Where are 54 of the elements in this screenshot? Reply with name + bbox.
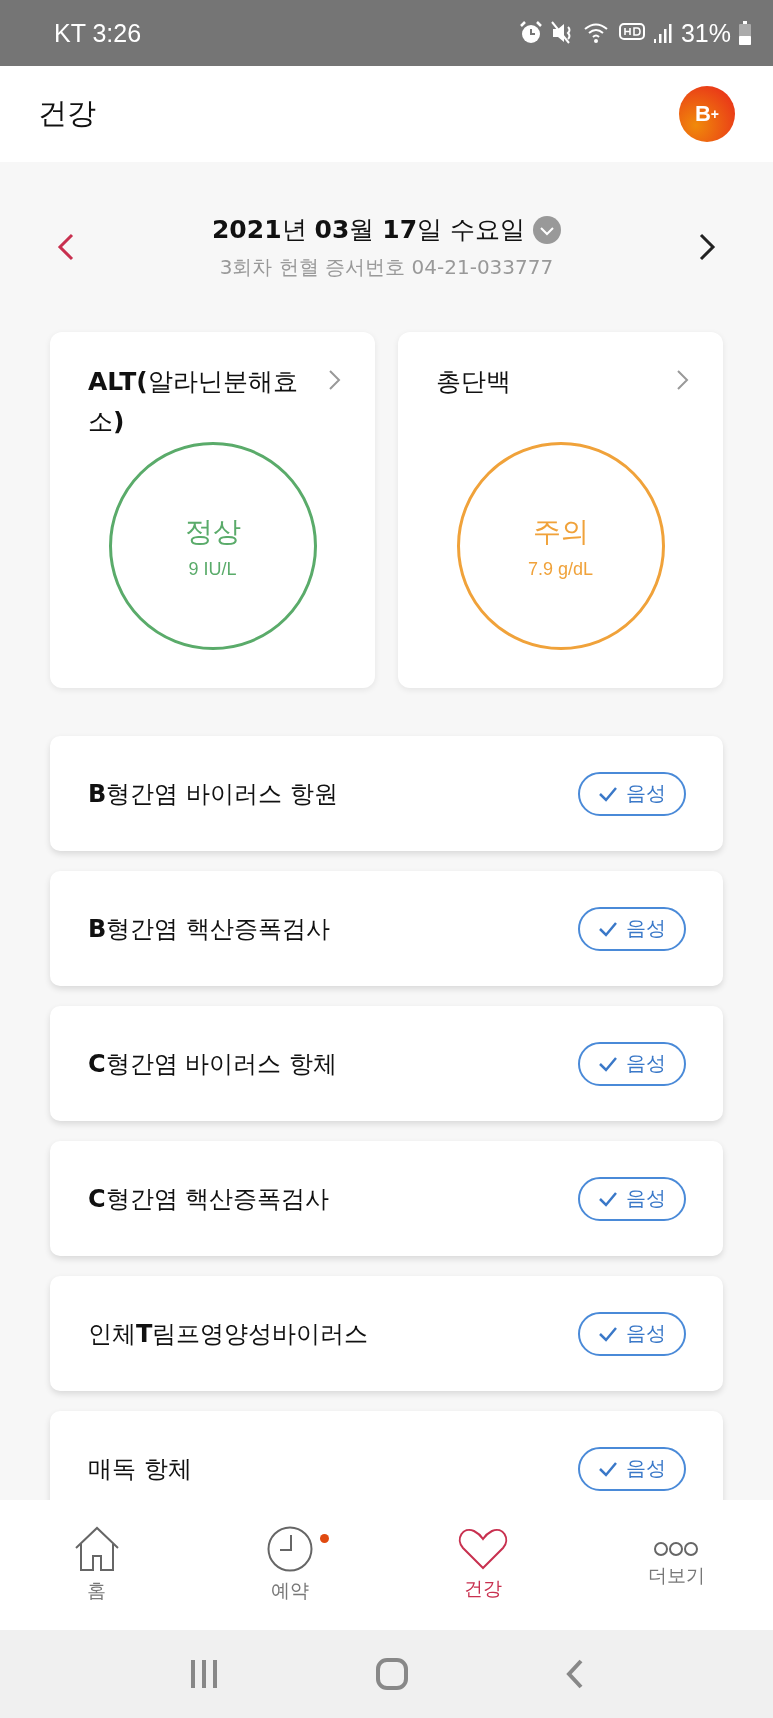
nav-tab[interactable]: 더보기 [579, 1500, 773, 1630]
check-icon [598, 1325, 618, 1342]
result-button[interactable]: 음성 [578, 1311, 686, 1356]
test-row[interactable]: 매독 항체 음성 [50, 1411, 723, 1500]
test-name: B형간염 바이러스 항원 [88, 778, 338, 810]
card-title: ALT(알라닌분해효소) [88, 366, 298, 438]
check-icon [598, 785, 618, 802]
result-button[interactable]: 음성 [578, 1176, 686, 1221]
check-icon [598, 1460, 618, 1477]
test-row[interactable]: C형간염 바이러스 항체 음성 [50, 1006, 723, 1121]
test-name: C형간염 핵산증폭검사 [88, 1183, 330, 1215]
check-icon [598, 1190, 618, 1207]
heart-icon [458, 1528, 509, 1570]
alarm-icon [518, 21, 543, 45]
check-icon [598, 1055, 618, 1072]
home-icon [73, 1526, 120, 1572]
chevron-icon [327, 368, 343, 392]
battery-percent: 31% [680, 18, 731, 48]
status-label: 주의 [532, 513, 589, 550]
test-row[interactable]: B형간염 핵산증폭검사 음성 [50, 871, 723, 986]
check-icon [598, 920, 618, 937]
dropdown-icon[interactable] [533, 215, 561, 244]
signal-icon [652, 22, 673, 44]
donation-info: 3회차 헌혈 증서번호 04-21-033777 [219, 254, 554, 281]
result-button[interactable]: 음성 [578, 906, 686, 951]
nav-tab[interactable]: 건강 [386, 1500, 580, 1630]
test-row[interactable]: 인체T림프영양성바이러스 음성 [50, 1276, 723, 1391]
test-name: B형간염 핵산증폭검사 [88, 913, 330, 945]
nav-tab[interactable]: 홈 [0, 1500, 194, 1630]
test-row[interactable]: C형간염 핵산증폭검사 음성 [50, 1141, 723, 1256]
test-row[interactable]: B형간염 바이러스 항원 음성 [50, 736, 723, 851]
battery-icon [739, 21, 751, 45]
measured-value: 9 IU/L [188, 558, 237, 580]
chevron-icon [675, 368, 691, 392]
result-card[interactable]: 총단백 주의 7.9 g/dL [398, 332, 723, 688]
status-time: KT 3:26 [54, 18, 142, 48]
nav-tab[interactable]: 예약 [193, 1500, 387, 1630]
result-button[interactable]: 음성 [578, 771, 686, 816]
test-name: 매독 항체 [88, 1453, 192, 1485]
test-name: C형간염 바이러스 항체 [88, 1048, 337, 1080]
clock-icon [266, 1526, 313, 1572]
result-card[interactable]: ALT(알라닌분해효소) 정상 9 IU/L [50, 332, 375, 688]
card-title: 총단백 [436, 366, 512, 398]
status-label: 정상 [184, 513, 241, 550]
test-name: 인체T림프영양성바이러스 [88, 1318, 369, 1350]
date-title: 2021년 03월 17일 수요일 [211, 214, 525, 246]
back-icon[interactable] [564, 1658, 585, 1690]
page-title: 건강 [38, 95, 96, 132]
measured-value: 7.9 g/dL [527, 558, 594, 580]
recents-icon[interactable] [188, 1658, 219, 1690]
more-icon [654, 1541, 699, 1557]
home-button-icon[interactable] [375, 1658, 408, 1690]
result-button[interactable]: 음성 [578, 1446, 686, 1491]
result-button[interactable]: 음성 [578, 1041, 686, 1086]
